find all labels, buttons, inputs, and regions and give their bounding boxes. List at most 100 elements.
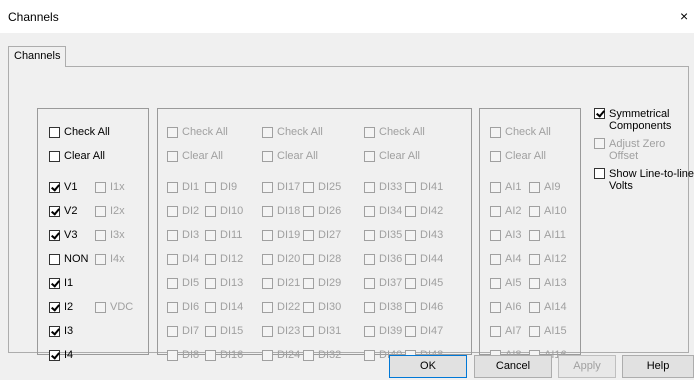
checkbox-box[interactable] [490, 301, 501, 313]
channel-checkbox[interactable]: I4 [49, 348, 73, 362]
digital-channel-checkbox[interactable]: DI31 [303, 324, 341, 338]
checkbox-box[interactable] [364, 181, 375, 193]
checkbox-box[interactable] [167, 349, 178, 361]
digital-channel-checkbox[interactable]: DI6 [167, 300, 199, 314]
checkbox-box[interactable] [262, 277, 273, 289]
analog-channel-checkbox[interactable]: AI5 [490, 276, 522, 290]
channel-checkbox[interactable]: V1 [49, 180, 77, 194]
digital-channel-checkbox[interactable]: DI41 [405, 180, 443, 194]
checkbox-box[interactable] [205, 349, 216, 361]
check-all-checkbox[interactable]: Check All [167, 125, 228, 139]
digital-channel-checkbox[interactable]: DI33 [364, 180, 402, 194]
digital-channel-checkbox[interactable]: DI17 [262, 180, 300, 194]
check-all-checkbox[interactable]: Check All [490, 125, 551, 139]
checkbox-box[interactable] [364, 277, 375, 289]
digital-channel-checkbox[interactable]: DI1 [167, 180, 199, 194]
analog-channel-checkbox[interactable]: AI15 [529, 324, 567, 338]
analog-channel-checkbox[interactable]: AI1 [490, 180, 522, 194]
checkbox-box[interactable] [529, 205, 540, 217]
digital-channel-checkbox[interactable]: DI11 [205, 228, 242, 242]
digital-channel-checkbox[interactable]: DI16 [205, 348, 243, 362]
analog-channel-checkbox[interactable]: AI11 [529, 228, 566, 242]
adjust-zero-offset-checkbox[interactable]: Adjust Zero Offset [594, 138, 665, 162]
checkbox-box[interactable] [364, 205, 375, 217]
checkbox-box[interactable] [303, 277, 314, 289]
digital-channel-checkbox[interactable]: DI14 [205, 300, 243, 314]
checkbox-box[interactable] [405, 205, 416, 217]
tab-channels[interactable]: Channels [8, 46, 67, 67]
checkbox-box[interactable] [167, 325, 178, 337]
analog-channel-checkbox[interactable]: AI9 [529, 180, 561, 194]
analog-channel-checkbox[interactable]: AI6 [490, 300, 522, 314]
checkbox-box[interactable] [95, 181, 106, 193]
checkbox-box[interactable] [262, 126, 273, 138]
checkbox-box[interactable] [405, 253, 416, 265]
checkbox-box[interactable] [49, 126, 60, 138]
checkbox-box[interactable] [167, 229, 178, 241]
checkbox-box[interactable] [405, 301, 416, 313]
digital-channel-checkbox[interactable]: DI9 [205, 180, 237, 194]
digital-channel-checkbox[interactable]: DI15 [205, 324, 243, 338]
checkbox-box[interactable] [529, 253, 540, 265]
checkbox-box[interactable] [490, 325, 501, 337]
clear-all-checkbox[interactable]: Clear All [490, 149, 546, 163]
digital-channel-checkbox[interactable]: DI25 [303, 180, 341, 194]
checkbox-box[interactable] [49, 181, 60, 193]
checkbox-box[interactable] [49, 277, 60, 289]
checkbox-box[interactable] [95, 301, 106, 313]
checkbox-box[interactable] [262, 150, 273, 162]
checkbox-box[interactable] [303, 253, 314, 265]
check-all-checkbox[interactable]: Check All [364, 125, 425, 139]
checkbox-box[interactable] [490, 277, 501, 289]
checkbox-box[interactable] [205, 301, 216, 313]
clear-all-checkbox[interactable]: Clear All [167, 149, 223, 163]
checkbox-box[interactable] [167, 277, 178, 289]
digital-channel-checkbox[interactable]: DI3 [167, 228, 199, 242]
ok-button[interactable]: OK [389, 355, 467, 378]
digital-channel-checkbox[interactable]: DI42 [405, 204, 443, 218]
checkbox-box[interactable] [529, 301, 540, 313]
checkbox-box[interactable] [303, 181, 314, 193]
digital-channel-checkbox[interactable]: DI43 [405, 228, 443, 242]
analog-channel-checkbox[interactable]: AI3 [490, 228, 522, 242]
checkbox-box[interactable] [303, 301, 314, 313]
help-button[interactable]: Help [622, 355, 694, 378]
checkbox-box[interactable] [49, 325, 60, 337]
checkbox-box[interactable] [364, 150, 375, 162]
digital-channel-checkbox[interactable]: DI12 [205, 252, 243, 266]
analog-channel-checkbox[interactable]: AI12 [529, 252, 567, 266]
digital-channel-checkbox[interactable]: DI35 [364, 228, 402, 242]
checkbox-box[interactable] [303, 205, 314, 217]
checkbox-box[interactable] [167, 126, 178, 138]
checkbox-box[interactable] [303, 349, 314, 361]
digital-channel-checkbox[interactable]: DI7 [167, 324, 199, 338]
digital-channel-checkbox[interactable]: DI32 [303, 348, 341, 362]
checkbox-box[interactable] [364, 229, 375, 241]
checkbox-box[interactable] [262, 229, 273, 241]
checkbox-box[interactable] [364, 325, 375, 337]
digital-channel-checkbox[interactable]: DI46 [405, 300, 443, 314]
check-all-checkbox[interactable]: Check All [49, 125, 110, 139]
digital-channel-checkbox[interactable]: DI47 [405, 324, 443, 338]
checkbox-box[interactable] [405, 229, 416, 241]
apply-button[interactable]: Apply [558, 355, 616, 378]
checkbox-box[interactable] [262, 301, 273, 313]
checkbox-box[interactable] [262, 349, 273, 361]
digital-channel-checkbox[interactable]: DI37 [364, 276, 402, 290]
channel-checkbox[interactable]: V2 [49, 204, 77, 218]
checkbox-box[interactable] [49, 349, 60, 361]
analog-channel-checkbox[interactable]: AI10 [529, 204, 567, 218]
clear-all-checkbox[interactable]: Clear All [262, 149, 318, 163]
digital-channel-checkbox[interactable]: DI27 [303, 228, 341, 242]
close-icon[interactable]: × [680, 8, 688, 24]
analog-channel-checkbox[interactable]: AI14 [529, 300, 567, 314]
checkbox-box[interactable] [205, 253, 216, 265]
digital-channel-checkbox[interactable]: DI2 [167, 204, 199, 218]
digital-channel-checkbox[interactable]: DI13 [205, 276, 243, 290]
digital-channel-checkbox[interactable]: DI5 [167, 276, 199, 290]
digital-channel-checkbox[interactable]: DI29 [303, 276, 341, 290]
checkbox-box[interactable] [262, 253, 273, 265]
show-line-to-line-checkbox[interactable]: Show Line-to-line Volts [594, 168, 694, 192]
checkbox-box[interactable] [405, 325, 416, 337]
checkbox-box[interactable] [594, 138, 605, 149]
